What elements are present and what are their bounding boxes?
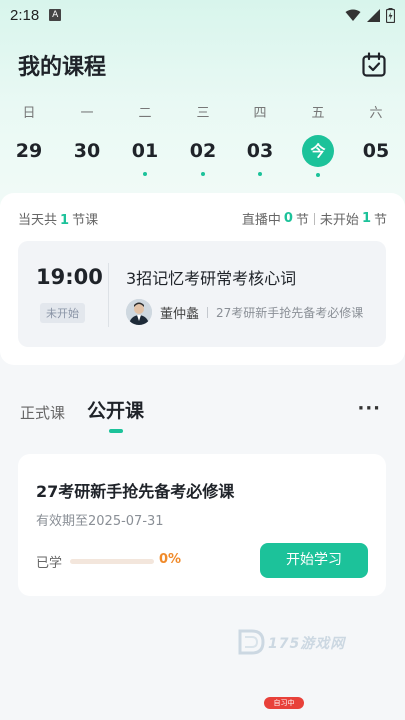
- status-time: 2:18: [10, 6, 40, 24]
- divider: [313, 212, 315, 225]
- course-validity: 有效期至2025-07-31: [36, 514, 164, 529]
- date-number: 29: [15, 140, 43, 162]
- watermark-logo: 175游戏网: [236, 627, 360, 659]
- course-reference: 27考研新手抢先备考必修课: [216, 305, 364, 320]
- weekday-label: 日: [22, 106, 36, 121]
- weekday-label: 三: [196, 106, 210, 121]
- live-count: 0: [283, 211, 293, 226]
- day-schedule-panel: 当天共 1 节课 直播中 0 节 未开始 1 节 19:00 未开始 3招记忆考研常考核心词…: [0, 193, 405, 365]
- teacher-name: 董仲蠡: [160, 306, 200, 322]
- page-header: 我的课程: [18, 48, 387, 82]
- teacher-row: 董仲蠡 27考研新手抢先备考必修课: [126, 299, 376, 325]
- watermark-icon: [238, 629, 265, 655]
- lesson-title: 3招记忆考研常考核心词: [126, 269, 297, 288]
- weekday-label: 一: [80, 106, 94, 121]
- date-number: 02: [189, 140, 217, 162]
- lesson-time: 19:00: [36, 265, 103, 289]
- notification-icon: A: [49, 9, 62, 21]
- tab-label: 正式课: [20, 404, 66, 422]
- live-summary: 直播中 0 节 未开始 1 节: [242, 209, 387, 228]
- day-sat[interactable]: 六 05: [356, 104, 396, 166]
- class-dot: [316, 173, 320, 177]
- wifi-icon: [345, 9, 361, 21]
- tab-label: 公开课: [87, 400, 145, 422]
- day-sun[interactable]: 日 29: [9, 104, 49, 166]
- live-label: 直播中: [241, 213, 281, 228]
- weekday-label: 二: [138, 106, 152, 121]
- study-status-badge[interactable]: 自习中: [264, 697, 304, 709]
- status-bar: 2:18 A: [0, 0, 405, 30]
- course-title: 27考研新手抢先备考必修课: [36, 482, 235, 501]
- pending-unit: 节: [373, 213, 387, 228]
- more-options-icon[interactable]: ···: [357, 398, 381, 419]
- tab-public-course[interactable]: 公开课: [87, 396, 144, 433]
- week-strip: 日 29 一 30 二 01 三 02 四 03 五 今 六 05: [0, 104, 405, 184]
- battery-icon: [386, 7, 395, 23]
- date-number: 05: [362, 140, 390, 162]
- day-thu[interactable]: 四 03: [240, 104, 280, 176]
- calendar-icon[interactable]: [361, 52, 387, 78]
- course-tabs: 正式课 公开课: [20, 396, 144, 433]
- date-number: 03: [246, 140, 274, 162]
- weekday-label: 五: [311, 106, 325, 121]
- progress-bar: [70, 559, 154, 564]
- day-mon[interactable]: 一 30: [67, 104, 107, 166]
- pending-label: 未开始: [319, 213, 359, 228]
- divider: [207, 306, 209, 318]
- summary-text: 节课: [72, 213, 99, 228]
- date-number: 01: [131, 140, 159, 162]
- learned-label: 已学: [36, 556, 63, 571]
- day-summary: 当天共 1 节课: [18, 209, 98, 228]
- day-wed[interactable]: 三 02: [183, 104, 223, 176]
- class-dot: [143, 172, 147, 176]
- live-unit: 节: [295, 213, 309, 228]
- today-badge: 今: [302, 135, 334, 167]
- weekday-label: 六: [369, 106, 383, 121]
- tab-formal-course[interactable]: 正式课: [20, 402, 65, 433]
- date-number: 30: [73, 140, 101, 162]
- page-title: 我的课程: [18, 55, 107, 80]
- watermark-text: 175游戏网: [268, 636, 346, 652]
- lesson-card[interactable]: 19:00 未开始 3招记忆考研常考核心词 董仲蠡 27考研新手抢先备考必修课: [18, 241, 386, 347]
- start-learning-button[interactable]: 开始学习: [260, 543, 368, 578]
- pending-count: 1: [361, 211, 371, 226]
- day-tue[interactable]: 二 01: [125, 104, 165, 176]
- weekday-label: 四: [253, 106, 267, 121]
- day-fri-today[interactable]: 五 今: [298, 104, 338, 177]
- teacher-avatar: [126, 299, 152, 325]
- course-card[interactable]: 27考研新手抢先备考必修课 有效期至2025-07-31 已学 0% 开始学习: [18, 454, 386, 596]
- class-dot: [258, 172, 262, 176]
- status-icons: [345, 7, 395, 23]
- progress-percent: 0%: [159, 552, 182, 567]
- summary-text: 当天共: [18, 213, 58, 228]
- lesson-count: 1: [60, 213, 70, 228]
- lesson-status-badge: 未开始: [40, 303, 85, 323]
- signal-icon: [367, 8, 380, 22]
- active-tab-indicator: [108, 429, 123, 433]
- divider: [108, 263, 109, 327]
- class-dot: [201, 172, 205, 176]
